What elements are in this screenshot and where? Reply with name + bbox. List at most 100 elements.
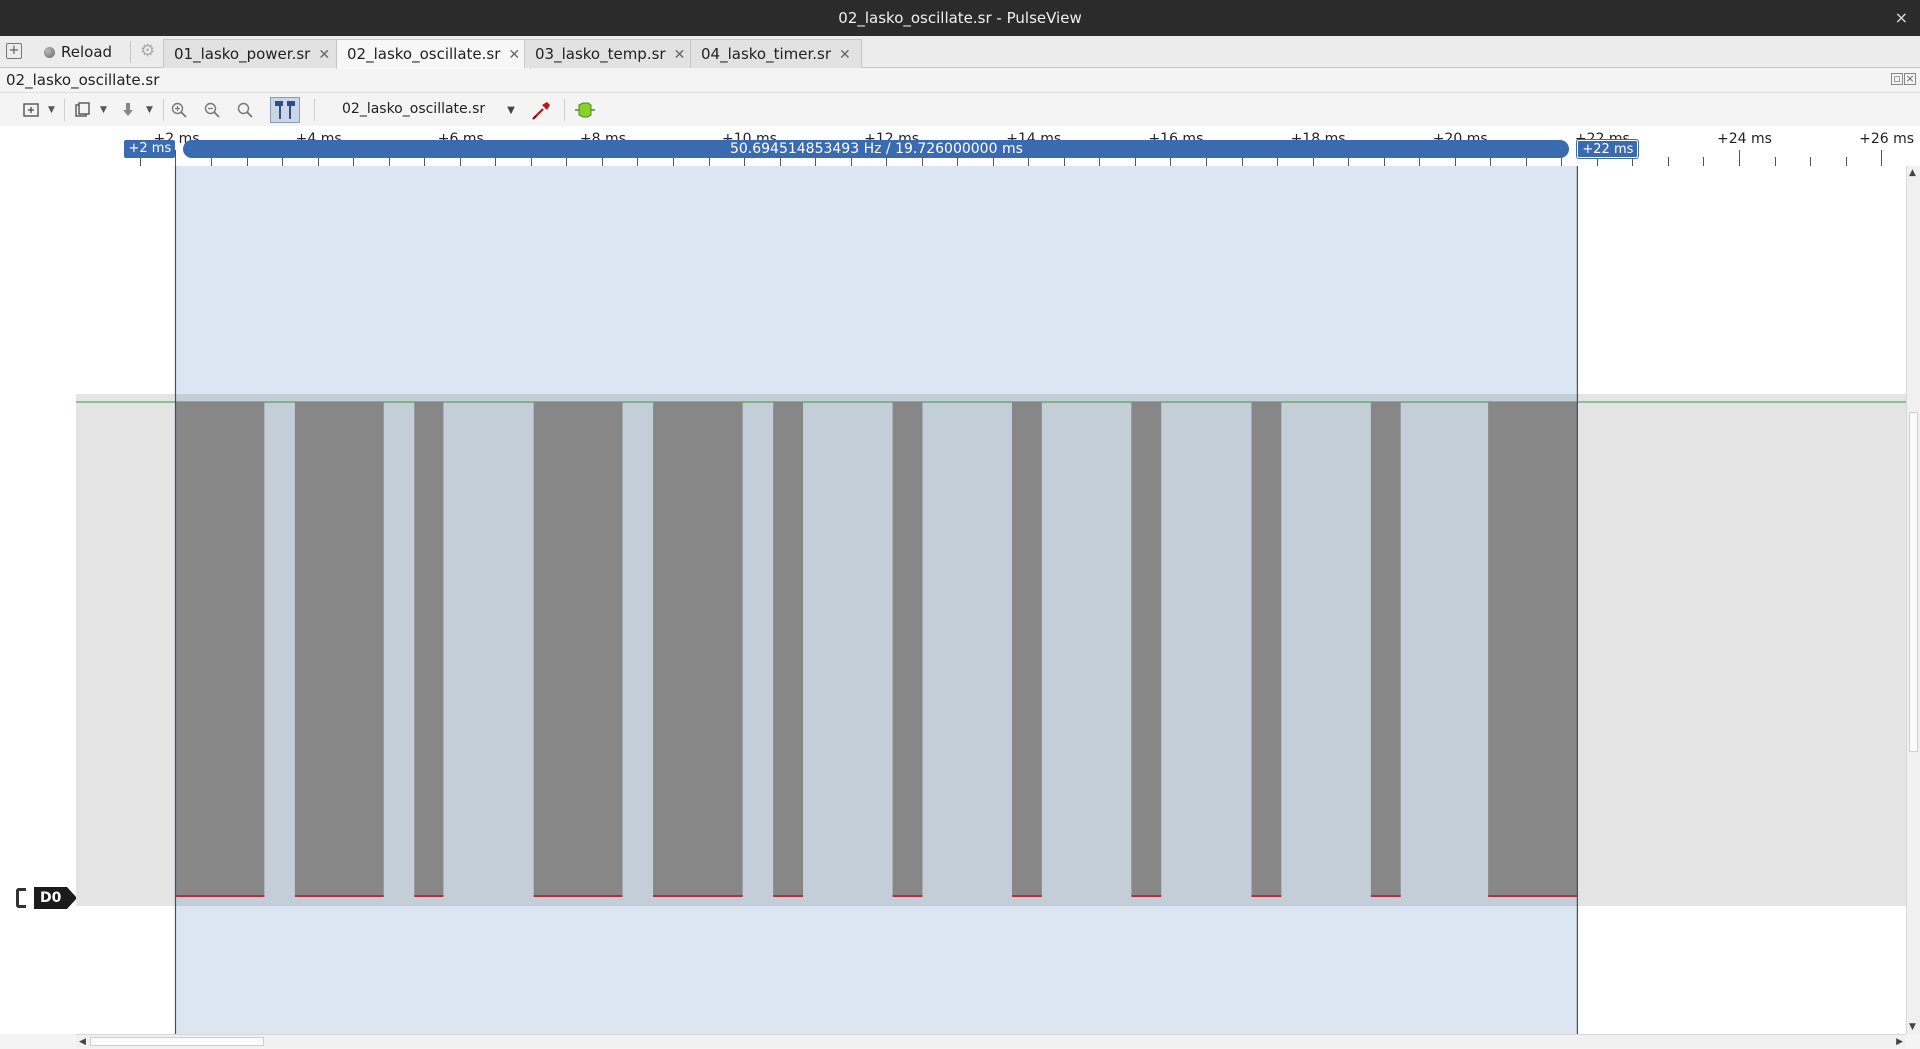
save-icon[interactable] — [119, 101, 137, 119]
ruler-minor-tick — [1277, 157, 1279, 166]
ruler-minor-tick — [850, 157, 852, 166]
cursor-measurement-bar[interactable]: 50.694514853493 Hz / 19.726000000 ms — [183, 140, 1570, 158]
ruler-minor-tick — [1810, 157, 1812, 166]
signal-burst — [533, 402, 623, 896]
reload-button[interactable]: Reload — [44, 42, 112, 62]
scroll-right-icon[interactable]: ▶ — [1896, 1035, 1903, 1049]
ruler-minor-tick — [672, 157, 674, 166]
device-select-value: 02_lasko_oscillate.sr — [342, 101, 486, 117]
ruler-major-tick — [1738, 150, 1740, 166]
ruler-tick-label: +26 ms — [1859, 131, 1915, 147]
ruler-minor-tick — [282, 157, 284, 166]
window-title: 02_lasko_oscillate.sr - PulseView — [838, 9, 1082, 27]
ruler-minor-tick — [530, 157, 532, 166]
session-tab-bar: + Reload ⚙ 01_lasko_power.sr ✕ 02_lasko_o… — [0, 36, 1920, 69]
vertical-scroll-thumb[interactable] — [1909, 412, 1918, 752]
toolbar-separator — [64, 99, 65, 121]
channel-d0-bracket-icon[interactable] — [16, 888, 26, 908]
tab-03-lasko-temp[interactable]: 03_lasko_temp.sr ✕ — [524, 39, 697, 68]
signal-burst — [175, 402, 265, 896]
ruler-minor-tick — [495, 157, 497, 166]
tab-close-icon[interactable]: ✕ — [839, 47, 851, 63]
tab-close-icon[interactable]: ✕ — [674, 47, 686, 63]
dock-close-icon[interactable]: × — [1904, 73, 1916, 85]
chevron-down-icon[interactable]: ▼ — [100, 101, 107, 119]
settings-gear-icon[interactable]: ⚙ — [140, 41, 155, 61]
ruler-minor-tick — [388, 157, 390, 166]
ruler-minor-tick — [1490, 157, 1492, 166]
scroll-up-icon[interactable]: ▲ — [1909, 168, 1916, 178]
signal-burst — [1011, 402, 1042, 896]
ruler-major-tick — [1881, 150, 1883, 166]
signal-burst — [1370, 402, 1401, 896]
tab-01-lasko-power[interactable]: 01_lasko_power.sr ✕ — [163, 39, 342, 68]
zoom-fit-icon[interactable] — [236, 101, 254, 119]
ruler-minor-tick — [139, 157, 141, 166]
ruler-minor-tick — [1525, 157, 1527, 166]
new-session-button[interactable]: + — [6, 43, 22, 59]
trace-view[interactable] — [76, 166, 1906, 1034]
horizontal-scroll-thumb[interactable] — [90, 1037, 264, 1046]
scroll-left-icon[interactable]: ◀ — [79, 1035, 86, 1049]
scroll-down-icon[interactable]: ▼ — [1909, 1022, 1916, 1032]
toolbar-separator — [163, 99, 164, 121]
new-session-icon: + — [8, 43, 20, 58]
window-close-button[interactable]: × — [1895, 0, 1908, 36]
ruler-minor-tick — [708, 157, 710, 166]
tab-label: 03_lasko_temp.sr — [535, 45, 666, 63]
zoom-in-icon[interactable] — [170, 101, 188, 119]
ruler-minor-tick — [424, 157, 426, 166]
tabbar-separator — [130, 41, 131, 63]
tab-04-lasko-timer[interactable]: 04_lasko_timer.sr ✕ — [690, 39, 862, 68]
signal-burst — [1488, 402, 1578, 896]
ruler-minor-tick — [992, 157, 994, 166]
signal-burst — [294, 402, 384, 896]
cursor-b-marker[interactable]: +22 ms — [1577, 140, 1639, 158]
cursor-toggle-icon — [275, 101, 295, 119]
tab-close-icon[interactable]: ✕ — [508, 47, 520, 63]
reload-icon — [44, 47, 55, 58]
ruler-minor-tick — [779, 157, 781, 166]
ruler-minor-tick — [1241, 157, 1243, 166]
ruler-tick-label: +24 ms — [1716, 131, 1772, 147]
cursor-measurement-label: 50.694514853493 Hz / 19.726000000 ms — [729, 141, 1023, 157]
trigger-decoder-icon[interactable] — [574, 100, 596, 120]
open-file-icon[interactable] — [73, 101, 91, 119]
time-ruler[interactable]: +2 ms +4 ms +6 ms +8 ms +10 ms +12 ms +14 ms +1… — [0, 126, 1920, 166]
ruler-minor-tick — [1063, 157, 1065, 166]
tab-02-lasko-oscillate[interactable]: 02_lasko_oscillate.sr ✕ — [336, 39, 532, 69]
ruler-minor-tick — [1099, 157, 1101, 166]
dock-buttons: ▫ × — [1890, 72, 1916, 85]
ruler-minor-tick — [1845, 157, 1847, 166]
probe-icon[interactable] — [531, 99, 553, 121]
trace-canvas — [76, 166, 1906, 1034]
chevron-down-icon: ▼ — [507, 105, 515, 116]
chevron-down-icon[interactable]: ▼ — [146, 101, 153, 119]
session-title: 02_lasko_oscillate.sr — [6, 71, 160, 89]
ruler-minor-tick — [1703, 157, 1705, 166]
zoom-out-icon[interactable] — [203, 101, 221, 119]
signal-burst — [1251, 402, 1282, 896]
device-select[interactable]: 02_lasko_oscillate.sr ▼ — [342, 101, 515, 117]
ruler-minor-tick — [246, 157, 248, 166]
ruler-minor-tick — [1419, 157, 1421, 166]
reload-label: Reload — [61, 43, 113, 61]
ruler-minor-tick — [815, 157, 817, 166]
ruler-minor-tick — [1348, 157, 1350, 166]
cursor-a-marker[interactable]: +2 ms — [124, 140, 176, 158]
signal-burst — [414, 402, 444, 896]
tab-close-icon[interactable]: ✕ — [318, 47, 330, 63]
ruler-minor-tick — [1134, 157, 1136, 166]
add-view-icon[interactable] — [22, 101, 40, 119]
signal-burst — [1131, 402, 1162, 896]
chevron-down-icon[interactable]: ▼ — [48, 101, 55, 119]
ruler-minor-tick — [566, 157, 568, 166]
cursor-toggle-button[interactable] — [270, 97, 300, 123]
ruler-minor-tick — [1774, 157, 1776, 166]
dock-float-icon[interactable]: ▫ — [1891, 73, 1903, 85]
horizontal-scrollbar[interactable]: ◀ ▶ — [76, 1034, 1906, 1048]
vertical-scrollbar[interactable]: ▲ ▼ — [1906, 166, 1920, 1034]
main-toolbar: ▼ ▼ ▼ 02_lasko_oscillate.sr ▼ — [0, 92, 1920, 126]
toolbar-separator — [564, 99, 565, 121]
ruler-minor-tick — [1632, 157, 1634, 166]
